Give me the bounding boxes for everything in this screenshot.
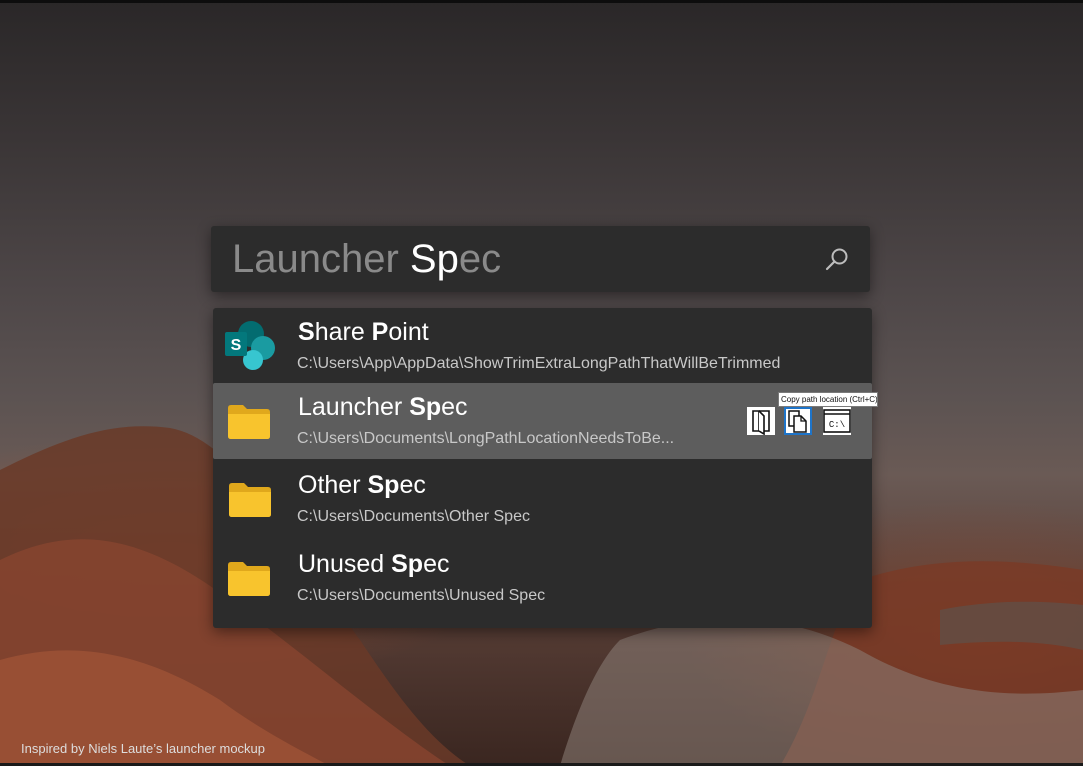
desktop-background: Launcher Spec S Share Point C:\Users\App… — [0, 0, 1083, 766]
result-item-sharepoint[interactable]: S Share Point C:\Users\App\AppData\ShowT… — [213, 308, 872, 384]
result-path: C:\Users\Documents\Unused Spec — [297, 587, 546, 604]
result-item-launcher-spec[interactable]: Launcher Spec C:\Users\Documents\LongPat… — [213, 383, 878, 459]
results-list: S Share Point C:\Users\App\AppData\ShowT… — [213, 308, 878, 628]
credit-text: Inspired by Niels Laute’s launcher mocku… — [21, 741, 266, 756]
result-item-unused-spec[interactable]: Unused Spec C:\Users\Documents\Unused Sp… — [213, 540, 872, 616]
result-item-other-spec[interactable]: Other Spec C:\Users\Documents\Other Spec — [213, 461, 872, 537]
result-title: Other Spec — [298, 471, 426, 499]
result-title: Share Point — [298, 318, 429, 346]
search-icon[interactable] — [824, 246, 850, 272]
copy-icon — [788, 410, 807, 433]
tooltip: Copy path location (Ctrl+C) — [778, 392, 878, 407]
open-folder-icon — [752, 410, 770, 436]
folder-icon — [228, 562, 270, 596]
result-title: Launcher Spec — [298, 393, 468, 421]
search-query-rest: ec — [458, 237, 502, 281]
search-box[interactable]: Launcher Spec — [211, 226, 870, 292]
svg-text:S: S — [231, 337, 242, 354]
search-query-match: Sp — [409, 237, 459, 281]
console-icon: C:\ — [823, 409, 851, 433]
copy-path-button[interactable] — [784, 407, 812, 435]
open-in-console-button[interactable]: C:\ — [823, 407, 851, 435]
folder-icon — [229, 483, 271, 517]
result-path: C:\Users\App\AppData\ShowTrimExtraLongPa… — [297, 355, 781, 372]
console-glyph: C:\ — [829, 420, 845, 430]
result-title: Unused Spec — [298, 550, 450, 578]
folder-icon — [228, 405, 270, 439]
sharepoint-icon: S — [225, 321, 275, 370]
search-query-dim: Launcher — [232, 237, 410, 281]
open-containing-folder-button[interactable] — [747, 407, 775, 436]
result-path: C:\Users\Documents\LongPathLocationNeeds… — [297, 430, 675, 447]
search-query[interactable]: Launcher Spec — [232, 236, 501, 282]
result-path: C:\Users\Documents\Other Spec — [297, 508, 530, 525]
